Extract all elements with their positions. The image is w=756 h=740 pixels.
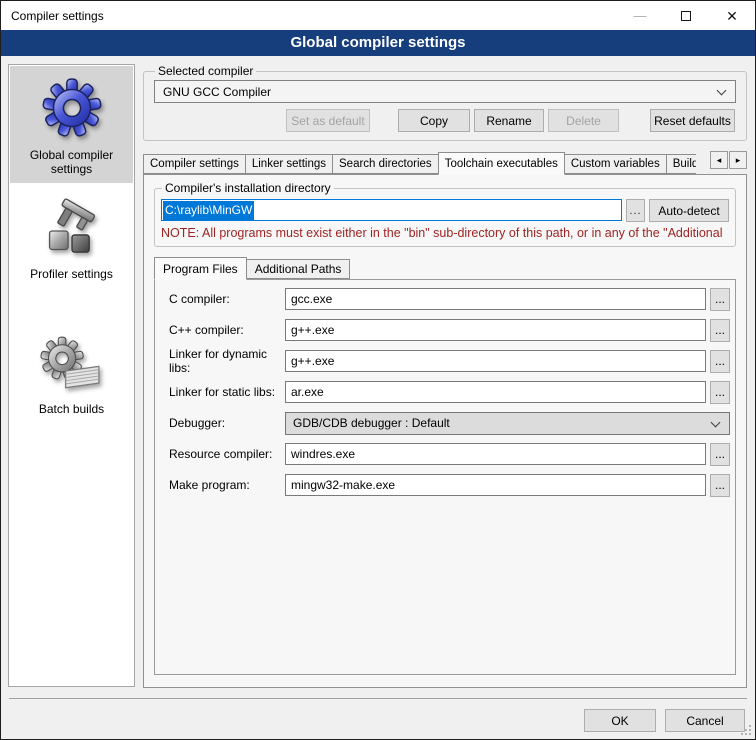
make-program-input[interactable] <box>285 474 706 496</box>
titlebar: Compiler settings — ✕ <box>1 1 755 30</box>
tab-additional-paths[interactable]: Additional Paths <box>246 259 351 279</box>
c-compiler-input[interactable] <box>285 288 706 310</box>
installation-directory-group: Compiler's installation directory C:\ray… <box>154 181 736 247</box>
debugger-select-value: GDB/CDB debugger : Default <box>293 416 450 430</box>
sidebar-item-label: Global compiler settings <box>12 148 131 176</box>
make-program-browse-button[interactable]: ... <box>710 474 730 497</box>
tab-search-directories[interactable]: Search directories <box>332 154 439 174</box>
resize-grip-icon[interactable] <box>740 724 751 735</box>
installation-directory-browse-button[interactable]: ... <box>626 199 645 222</box>
chevron-down-icon <box>711 417 721 427</box>
sidebar-item-batch-builds[interactable]: Batch builds <box>10 330 133 423</box>
window-controls: — ✕ <box>617 1 755 30</box>
debugger-select[interactable]: GDB/CDB debugger : Default <box>285 412 730 435</box>
cpp-compiler-input[interactable] <box>285 319 706 341</box>
tab-program-files[interactable]: Program Files <box>154 257 247 280</box>
field-row-make-program: Make program: ... <box>169 474 730 496</box>
debugger-label: Debugger: <box>169 416 285 430</box>
reset-defaults-button[interactable]: Reset defaults <box>650 109 735 132</box>
selected-compiler-group: Selected compiler GNU GCC Compiler Set a… <box>143 64 747 141</box>
minimize-icon: — <box>634 9 647 22</box>
tab-scroll-right-button[interactable]: ▸ <box>729 151 747 169</box>
footer-buttons: OK Cancel <box>584 709 745 732</box>
minimize-button[interactable]: — <box>617 1 663 30</box>
resource-compiler-label: Resource compiler: <box>169 447 285 461</box>
arrow-left-icon: ◂ <box>717 155 722 166</box>
installation-directory-row: C:\raylib\MinGW ... Auto-detect <box>161 199 729 222</box>
page-title: Global compiler settings <box>1 30 755 56</box>
ok-button[interactable]: OK <box>584 709 656 732</box>
field-row-c-compiler: C compiler: ... <box>169 288 730 310</box>
tab-scroll-left-button[interactable]: ◂ <box>710 151 728 169</box>
tab-custom-variables[interactable]: Custom variables <box>564 154 667 174</box>
settings-tabs: Compiler settings Linker settings Search… <box>143 151 747 174</box>
dynamic-linker-input[interactable] <box>285 350 706 372</box>
c-compiler-label: C compiler: <box>169 292 285 306</box>
program-tabs: Program Files Additional Paths <box>154 256 736 279</box>
cpp-compiler-browse-button[interactable]: ... <box>710 319 730 342</box>
static-linker-browse-button[interactable]: ... <box>710 381 730 404</box>
settings-sidebar: Global compiler settings Profiler settin… <box>8 64 135 687</box>
sidebar-item-profiler-settings[interactable]: Profiler settings <box>10 193 133 288</box>
window-title: Compiler settings <box>1 9 104 23</box>
resource-compiler-input[interactable] <box>285 443 706 465</box>
tab-toolchain-executables[interactable]: Toolchain executables <box>438 152 565 175</box>
static-linker-input[interactable] <box>285 381 706 403</box>
main-panel: Selected compiler GNU GCC Compiler Set a… <box>143 64 747 688</box>
sidebar-item-label: Batch builds <box>39 402 104 416</box>
close-button[interactable]: ✕ <box>709 1 755 30</box>
tab-compiler-settings[interactable]: Compiler settings <box>143 154 246 174</box>
tab-scroll-controls: ◂ ▸ <box>710 151 747 169</box>
field-row-debugger: Debugger: GDB/CDB debugger : Default <box>169 412 730 434</box>
profiler-caliper-icon <box>39 198 105 264</box>
close-icon: ✕ <box>726 9 738 23</box>
compiler-select[interactable]: GNU GCC Compiler <box>154 80 736 103</box>
tab-linker-settings[interactable]: Linker settings <box>245 154 333 174</box>
toolchain-executables-page: Compiler's installation directory C:\ray… <box>143 174 747 688</box>
rename-button[interactable]: Rename <box>474 109 544 132</box>
batch-gear-stack-icon <box>40 335 104 399</box>
dynamic-linker-browse-button[interactable]: ... <box>710 350 730 373</box>
compiler-settings-dialog: Compiler settings — ✕ Global compiler se… <box>0 0 756 740</box>
installation-directory-label: Compiler's installation directory <box>162 181 334 195</box>
static-linker-label: Linker for static libs: <box>169 385 285 399</box>
copy-button[interactable]: Copy <box>398 109 470 132</box>
delete-button[interactable]: Delete <box>548 109 619 132</box>
make-program-label: Make program: <box>169 478 285 492</box>
field-row-cpp-compiler: C++ compiler: ... <box>169 319 730 341</box>
sidebar-item-global-compiler-settings[interactable]: Global compiler settings <box>10 66 133 183</box>
footer-separator <box>9 698 747 699</box>
bin-directory-note: NOTE: All programs must exist either in … <box>161 226 729 240</box>
chevron-down-icon <box>717 86 727 96</box>
maximize-icon <box>681 11 691 21</box>
arrow-right-icon: ▸ <box>736 155 741 166</box>
field-row-dynamic-linker: Linker for dynamic libs: ... <box>169 350 730 372</box>
compiler-select-value: GNU GCC Compiler <box>163 85 271 99</box>
blue-gear-icon <box>35 71 109 145</box>
field-row-resource-compiler: Resource compiler: ... <box>169 443 730 465</box>
auto-detect-button[interactable]: Auto-detect <box>649 199 729 222</box>
field-row-static-linker: Linker for static libs: ... <box>169 381 730 403</box>
maximize-button[interactable] <box>663 1 709 30</box>
program-files-panel: C compiler: ... C++ compiler: ... Linker… <box>154 279 736 675</box>
c-compiler-browse-button[interactable]: ... <box>710 288 730 311</box>
cancel-button[interactable]: Cancel <box>665 709 745 732</box>
selected-compiler-group-label: Selected compiler <box>155 64 256 78</box>
sidebar-item-label: Profiler settings <box>30 267 113 281</box>
set-as-default-button[interactable]: Set as default <box>286 109 370 132</box>
compiler-actions: Set as default Copy Rename Delete Reset … <box>154 109 736 132</box>
installation-directory-value: C:\raylib\MinGW <box>163 201 254 220</box>
dialog-content: Global compiler settings Profiler settin… <box>1 56 755 688</box>
tab-build-options[interactable]: Build <box>666 154 696 174</box>
cpp-compiler-label: C++ compiler: <box>169 323 285 337</box>
dynamic-linker-label: Linker for dynamic libs: <box>169 347 285 375</box>
resource-compiler-browse-button[interactable]: ... <box>710 443 730 466</box>
installation-directory-input[interactable]: C:\raylib\MinGW <box>161 199 622 221</box>
